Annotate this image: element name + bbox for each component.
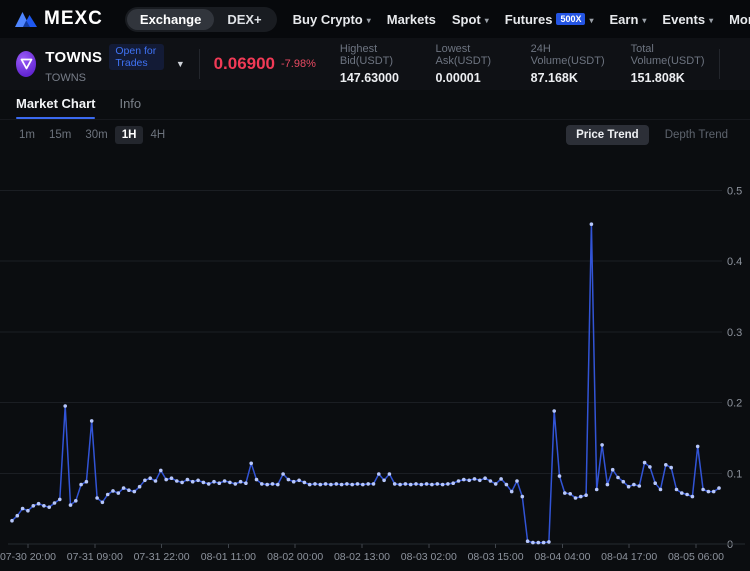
grid-lines bbox=[0, 190, 722, 473]
chevron-down-icon: ▾ bbox=[589, 16, 593, 25]
price-trend-chart[interactable]: 00.10.20.30.40.507-30 20:0007-31 09:0007… bbox=[0, 149, 750, 571]
chart-toolbar: 1m 15m 30m 1H 4H Price Trend Depth Trend bbox=[0, 120, 750, 149]
open-for-trades-badge: Open for Trades bbox=[109, 44, 164, 70]
svg-text:0.2: 0.2 bbox=[727, 398, 742, 410]
nav-buy-crypto[interactable]: Buy Crypto ▾ bbox=[293, 12, 371, 27]
nav-earn[interactable]: Earn ▾ bbox=[610, 12, 647, 27]
timeframe-15m[interactable]: 15m bbox=[42, 126, 78, 144]
chevron-down-icon: ▾ bbox=[485, 16, 489, 25]
nav-more[interactable]: More ▾ bbox=[729, 12, 750, 27]
price-block: 0.06900 -7.98% bbox=[214, 54, 316, 74]
token-selector[interactable]: TOWNS Open for Trades TOWNS bbox=[16, 44, 164, 84]
divider bbox=[719, 49, 720, 79]
chevron-down-icon: ▾ bbox=[367, 16, 371, 25]
divider bbox=[199, 49, 200, 79]
timeframe-4h[interactable]: 4H bbox=[143, 126, 172, 144]
nav-markets[interactable]: Markets bbox=[387, 12, 436, 27]
towns-token-icon bbox=[16, 51, 36, 77]
token-symbol: TOWNS bbox=[45, 49, 102, 66]
chart-tabs: Market Chart Info bbox=[0, 90, 750, 120]
tab-market-chart[interactable]: Market Chart bbox=[16, 96, 95, 119]
toggle-exchange[interactable]: Exchange bbox=[127, 9, 214, 30]
stat-total-volume: Total Volume(USDT) 151.808K bbox=[631, 43, 706, 85]
tab-info[interactable]: Info bbox=[119, 96, 141, 119]
nav-spot[interactable]: Spot ▾ bbox=[452, 12, 489, 27]
nav-futures[interactable]: Futures 500X ▾ bbox=[505, 12, 594, 27]
svg-text:08-02 00:00: 08-02 00:00 bbox=[267, 551, 323, 563]
stat-lowest-ask: Lowest Ask(USDT) 0.00001 bbox=[435, 43, 504, 85]
mexc-logo-icon bbox=[14, 10, 38, 28]
svg-text:07-30 20:00: 07-30 20:00 bbox=[0, 551, 56, 563]
brand-wordmark: MEXC bbox=[44, 8, 103, 30]
x-axis-labels: 07-30 20:00 07-31 09:00 07-31 22:00 08-01 1… bbox=[0, 544, 724, 563]
timeframe-1m[interactable]: 1m bbox=[12, 126, 42, 144]
svg-text:08-01 11:00: 08-01 11:00 bbox=[201, 551, 256, 563]
chevron-down-icon: ▾ bbox=[709, 16, 713, 25]
ticker-stats: Highest Bid(USDT) 147.63000 Lowest Ask(U… bbox=[340, 43, 705, 85]
svg-text:08-04 17:00: 08-04 17:00 bbox=[601, 551, 657, 563]
depth-trend-button[interactable]: Depth Trend bbox=[655, 125, 738, 145]
svg-text:07-31 09:00: 07-31 09:00 bbox=[67, 551, 123, 563]
futures-leverage-badge: 500X bbox=[556, 13, 585, 25]
svg-text:0: 0 bbox=[727, 539, 733, 551]
top-navbar: MEXC Exchange DEX+ Buy Crypto ▾ Markets … bbox=[0, 0, 750, 38]
nav-events[interactable]: Events ▾ bbox=[662, 12, 713, 27]
svg-text:08-05 06:00: 08-05 06:00 bbox=[668, 551, 724, 563]
svg-text:0.3: 0.3 bbox=[727, 327, 742, 339]
price-change: -7.98% bbox=[281, 58, 316, 70]
svg-text:08-03 02:00: 08-03 02:00 bbox=[401, 551, 457, 563]
ticker-bar: TOWNS Open for Trades TOWNS ▼ 0.06900 -7… bbox=[0, 38, 750, 90]
price-line-markers bbox=[10, 222, 721, 544]
svg-text:08-02 13:00: 08-02 13:00 bbox=[334, 551, 390, 563]
token-subtitle: TOWNS bbox=[45, 72, 164, 84]
price-trend-button[interactable]: Price Trend bbox=[566, 125, 649, 145]
last-price: 0.06900 bbox=[214, 54, 275, 74]
svg-text:07-31 22:00: 07-31 22:00 bbox=[134, 551, 190, 563]
svg-text:0.4: 0.4 bbox=[727, 256, 742, 268]
y-axis-labels: 0 0.1 0.2 0.3 0.4 0.5 bbox=[727, 185, 742, 551]
price-chart-area[interactable]: 00.10.20.30.40.507-30 20:0007-31 09:0007… bbox=[0, 149, 750, 571]
stat-highest-bid: Highest Bid(USDT) 147.63000 bbox=[340, 43, 410, 85]
stat-24h-volume: 24H Volume(USDT) 87.168K bbox=[531, 43, 605, 85]
svg-text:0.5: 0.5 bbox=[727, 185, 742, 197]
svg-text:0.1: 0.1 bbox=[727, 468, 742, 480]
svg-text:08-04 04:00: 08-04 04:00 bbox=[534, 551, 590, 563]
exchange-dex-toggle: Exchange DEX+ bbox=[125, 7, 277, 32]
mexc-logo[interactable]: MEXC bbox=[14, 8, 103, 30]
timeframe-1h[interactable]: 1H bbox=[115, 126, 144, 144]
token-dropdown-icon[interactable]: ▼ bbox=[176, 59, 185, 69]
toggle-dex[interactable]: DEX+ bbox=[214, 9, 274, 30]
timeframe-30m[interactable]: 30m bbox=[78, 126, 114, 144]
svg-text:08-03 15:00: 08-03 15:00 bbox=[468, 551, 524, 563]
chevron-down-icon: ▾ bbox=[642, 16, 646, 25]
